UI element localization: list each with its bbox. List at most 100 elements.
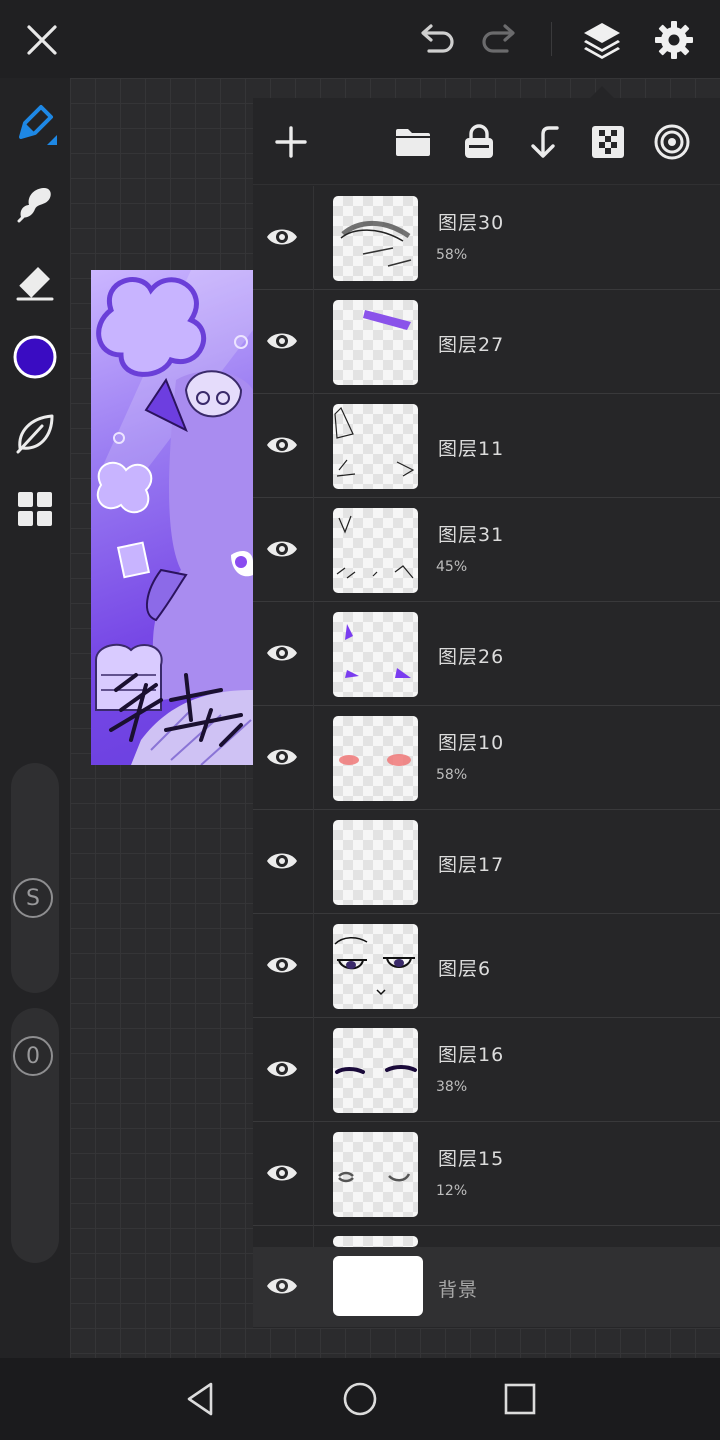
row-divider — [313, 186, 314, 290]
brush-tool-button[interactable] — [10, 100, 60, 150]
redo-button[interactable] — [474, 14, 526, 66]
color-swatch — [13, 335, 57, 379]
layer-name: 图层16 — [438, 1044, 505, 1066]
more-tools-button[interactable] — [10, 484, 60, 534]
smudge-icon — [17, 187, 51, 223]
eye-icon — [267, 645, 297, 661]
layer-row-partial[interactable] — [253, 1226, 720, 1247]
layer-row[interactable]: 图层6 — [253, 914, 720, 1018]
layer-thumbnail — [333, 924, 418, 1009]
layer-name: 图层26 — [438, 646, 505, 668]
color-picker-button[interactable] — [10, 332, 60, 382]
nav-home-button[interactable] — [337, 1376, 383, 1422]
layer-row[interactable]: 图层30 58% — [253, 186, 720, 290]
clipping-mask-button[interactable] — [650, 120, 694, 164]
eye-icon — [267, 541, 297, 557]
layer-opacity: 38% — [436, 1079, 468, 1095]
settings-button[interactable] — [648, 14, 700, 66]
row-divider — [313, 1226, 314, 1247]
layer-row[interactable]: 图层16 38% — [253, 1018, 720, 1122]
visibility-toggle[interactable] — [263, 222, 301, 252]
alpha-lock-button[interactable] — [586, 120, 630, 164]
eye-icon — [267, 229, 297, 245]
layer-name: 图层10 — [438, 732, 505, 754]
thumbnail-drawing — [334, 406, 415, 477]
visibility-toggle[interactable] — [263, 638, 301, 668]
nav-recents-button[interactable] — [497, 1376, 543, 1422]
layers-icon — [584, 23, 620, 59]
undo-icon — [421, 24, 454, 53]
lock-layer-button[interactable] — [457, 120, 501, 164]
layer-name: 图层27 — [438, 334, 505, 356]
layers-button[interactable] — [576, 14, 628, 66]
row-divider — [313, 290, 314, 394]
visibility-toggle[interactable] — [263, 1271, 301, 1301]
thumbnail-drawing — [363, 310, 411, 330]
layer-opacity: 45% — [436, 559, 468, 575]
add-layer-button[interactable] — [269, 120, 313, 164]
thumbnail-drawing — [335, 1065, 417, 1074]
layer-row[interactable]: 图层10 58% — [253, 706, 720, 810]
thumbnail-drawing — [340, 220, 412, 267]
layer-row[interactable]: 图层27 — [253, 290, 720, 394]
layer-row[interactable]: 图层15 12% — [253, 1122, 720, 1226]
row-divider — [313, 914, 314, 1018]
thumbnail-drawing — [336, 515, 414, 579]
visibility-toggle[interactable] — [263, 1158, 301, 1188]
artwork-canvas[interactable] — [91, 270, 253, 765]
layer-row[interactable]: 图层31 45% — [253, 498, 720, 602]
brush-opacity-knob[interactable]: 0 — [13, 1036, 53, 1076]
visibility-toggle[interactable] — [263, 1054, 301, 1084]
merge-down-button[interactable] — [522, 120, 566, 164]
toolbar-divider — [551, 22, 552, 56]
eye-icon — [267, 1061, 297, 1077]
eraser-icon — [16, 267, 54, 301]
checker-icon — [592, 126, 624, 158]
eye-icon — [267, 1165, 297, 1181]
row-divider — [313, 498, 314, 602]
row-divider — [313, 706, 314, 810]
row-divider — [313, 1018, 314, 1122]
add-folder-button[interactable] — [391, 120, 435, 164]
layer-name: 图层31 — [438, 524, 505, 546]
layer-name: 图层17 — [438, 854, 505, 876]
background-thumbnail — [333, 1256, 423, 1316]
layer-opacity: 58% — [436, 247, 468, 263]
background-layer-name: 背景 — [438, 1279, 479, 1301]
leaf-icon — [16, 414, 54, 454]
eye-icon — [267, 749, 297, 765]
smudge-tool-button[interactable] — [10, 178, 60, 228]
blend-tool-button[interactable] — [10, 408, 60, 458]
visibility-toggle[interactable] — [263, 846, 301, 876]
layer-name: 图层11 — [438, 438, 505, 460]
close-button[interactable] — [16, 14, 68, 66]
visibility-toggle[interactable] — [263, 950, 301, 980]
eraser-tool-button[interactable] — [10, 256, 60, 306]
undo-button[interactable] — [410, 14, 462, 66]
artwork-drawing — [95, 270, 253, 765]
visibility-toggle[interactable] — [263, 430, 301, 460]
visibility-toggle[interactable] — [263, 742, 301, 772]
layer-row[interactable]: 图层11 — [253, 394, 720, 498]
layer-thumbnail — [333, 508, 418, 593]
recents-square-icon — [504, 1383, 536, 1415]
layer-row[interactable]: 图层26 — [253, 602, 720, 706]
close-icon — [27, 25, 57, 55]
thumbnail-drawing — [334, 937, 415, 996]
background-layer-row[interactable]: 背景 — [253, 1247, 720, 1327]
folder-icon — [396, 129, 430, 156]
layer-thumbnail — [333, 1132, 418, 1217]
row-divider — [313, 602, 314, 706]
layer-row[interactable]: 图层17 — [253, 810, 720, 914]
layer-thumbnail — [333, 196, 418, 281]
layer-thumbnail — [333, 1236, 418, 1247]
visibility-toggle[interactable] — [263, 534, 301, 564]
back-triangle-icon — [187, 1382, 213, 1416]
grid-icon — [18, 492, 52, 526]
layer-name: 图层6 — [438, 958, 492, 980]
nav-back-button[interactable] — [177, 1376, 223, 1422]
eye-icon — [267, 333, 297, 349]
layer-thumbnail — [333, 716, 418, 801]
brush-size-knob[interactable]: S — [13, 878, 53, 918]
visibility-toggle[interactable] — [263, 326, 301, 356]
